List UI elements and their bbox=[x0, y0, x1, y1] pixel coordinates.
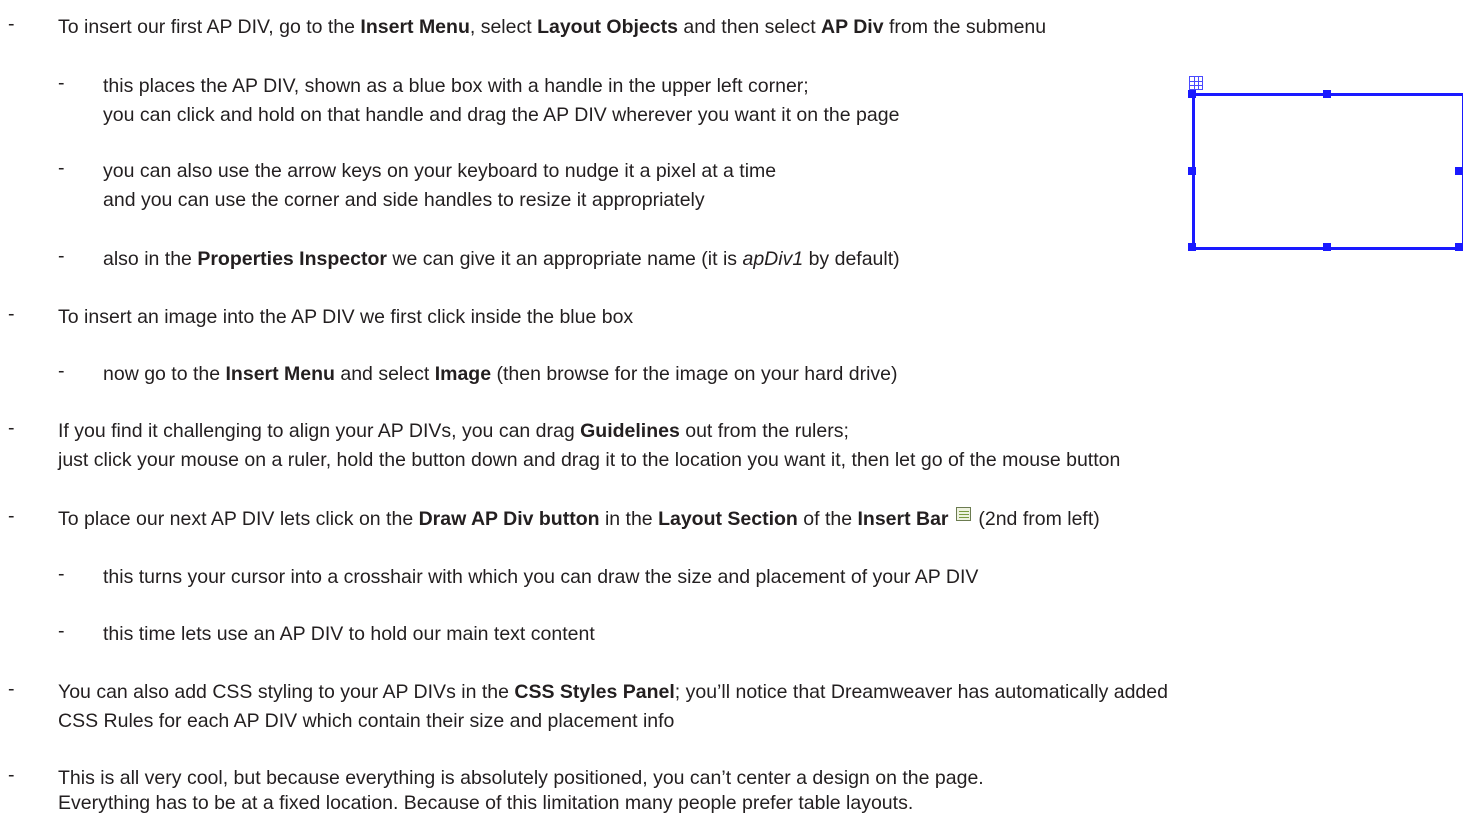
dash-marker: - bbox=[58, 563, 65, 585]
bullet-text: To insert our first AP DIV, go to the In… bbox=[58, 16, 1047, 38]
bullet-text-line2: CSS Rules for each AP DIV which contain … bbox=[58, 710, 675, 732]
bullet-text-line2: and you can use the corner and side hand… bbox=[103, 189, 705, 211]
dash-marker: - bbox=[8, 764, 15, 786]
resize-handle-bottom-center bbox=[1323, 243, 1331, 251]
dash-marker: - bbox=[58, 72, 65, 94]
resize-handle-top-left bbox=[1188, 90, 1196, 98]
bullet-text: now go to the Insert Menu and select Ima… bbox=[103, 363, 898, 385]
dash-marker: - bbox=[58, 360, 65, 382]
bullet-text: this turns your cursor into a crosshair … bbox=[103, 566, 979, 588]
resize-handle-bottom-right bbox=[1455, 243, 1463, 251]
dash-marker: - bbox=[8, 678, 15, 700]
bullet-text-line1: If you find it challenging to align your… bbox=[58, 420, 849, 442]
resize-handle-bottom-left bbox=[1188, 243, 1196, 251]
dash-marker: - bbox=[8, 417, 15, 439]
bullet-text-line2: you can click and hold on that handle an… bbox=[103, 104, 900, 126]
bullet-text-line1: you can also use the arrow keys on your … bbox=[103, 160, 777, 182]
bullet-text: To place our next AP DIV lets click on t… bbox=[58, 507, 1100, 530]
bullet-text-line1: You can also add CSS styling to your AP … bbox=[58, 681, 1168, 703]
draw-ap-div-icon bbox=[955, 507, 971, 521]
resize-handle-top-center bbox=[1323, 90, 1331, 98]
bullet-text-line2: Everything has to be at a fixed location… bbox=[58, 792, 914, 814]
bullet-text: this time lets use an AP DIV to hold our… bbox=[103, 623, 595, 645]
ap-div-move-handle-icon bbox=[1189, 76, 1203, 90]
bullet-text: also in the Properties Inspector we can … bbox=[103, 248, 900, 270]
dash-marker: - bbox=[8, 13, 15, 35]
dash-marker: - bbox=[58, 157, 65, 179]
dash-marker: - bbox=[58, 245, 65, 267]
ap-div-illustration-box bbox=[1192, 93, 1463, 250]
bullet-text: To insert an image into the AP DIV we fi… bbox=[58, 306, 634, 328]
bullet-text-line1: this places the AP DIV, shown as a blue … bbox=[103, 75, 809, 97]
dash-marker: - bbox=[58, 620, 65, 642]
resize-handle-right-center bbox=[1455, 167, 1463, 175]
resize-handle-left-center bbox=[1188, 167, 1196, 175]
bullet-text-line2: just click your mouse on a ruler, hold t… bbox=[58, 449, 1121, 471]
dash-marker: - bbox=[8, 303, 15, 325]
dash-marker: - bbox=[8, 505, 15, 527]
